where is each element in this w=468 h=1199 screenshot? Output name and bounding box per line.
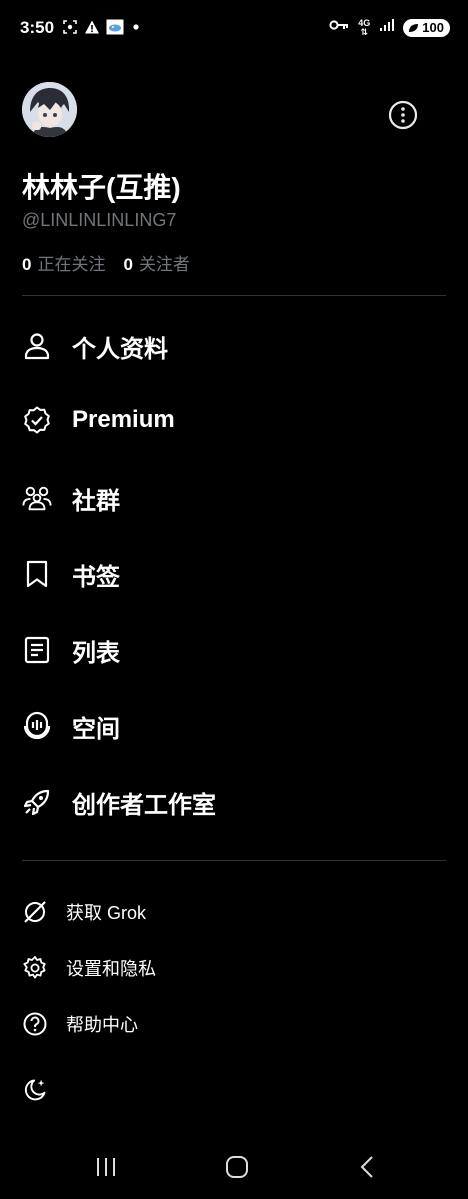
menu-item-lists[interactable]: 列表: [22, 625, 120, 675]
home-button[interactable]: [217, 1152, 257, 1182]
menu-item-label: 列表: [72, 639, 120, 667]
divider: [22, 860, 446, 861]
display-name[interactable]: 林林子(互推): [22, 166, 181, 206]
user-handle: @LINLINLINLING7: [22, 210, 177, 230]
menu-item-label: 个人资料: [72, 335, 168, 363]
network-type: 4G ⇅: [358, 17, 371, 37]
gear-icon: [22, 955, 48, 981]
avatar[interactable]: [22, 82, 77, 137]
menu-item-settings[interactable]: 设置和隐私: [22, 950, 156, 986]
following-label[interactable]: 正在关注: [37, 250, 105, 275]
system-nav-bar: [0, 1140, 468, 1199]
recent-apps-icon: [97, 1158, 115, 1176]
status-right: 4G ⇅ 100: [329, 18, 450, 37]
menu-item-label: 社群: [72, 487, 120, 515]
followers-label[interactable]: 关注者: [139, 250, 190, 275]
person-icon: [22, 331, 52, 361]
vpn-key-icon: [329, 18, 349, 37]
menu-item-communities[interactable]: 社群: [22, 473, 120, 523]
followers-count[interactable]: 0: [123, 255, 132, 275]
divider: [22, 295, 446, 296]
screenshot-icon: [62, 19, 78, 35]
communities-icon: [22, 483, 52, 513]
rocket-icon: [22, 787, 52, 817]
menu-item-bookmarks[interactable]: 书签: [22, 549, 120, 599]
menu-item-label: 设置和隐私: [66, 959, 156, 979]
menu-item-profile[interactable]: 个人资料: [22, 321, 168, 371]
leaf-icon: [409, 23, 419, 32]
status-bar: 3:50 4G ⇅ 100: [0, 0, 468, 60]
signal-icon: [379, 18, 395, 37]
menu-item-label: Premium: [72, 406, 175, 433]
network-label: 4G: [358, 17, 371, 28]
menu-item-label: 创作者工作室: [72, 791, 216, 819]
menu-item-label: 空间: [72, 715, 120, 743]
list-icon: [22, 635, 52, 665]
warning-icon: [84, 19, 100, 35]
app-notification-icon: [106, 19, 124, 35]
verified-badge-icon: [22, 405, 52, 435]
follow-stats: 0 正在关注 0 关注者: [22, 250, 190, 275]
menu-item-help[interactable]: 帮助中心: [22, 1006, 138, 1042]
menu-item-label: 帮助中心: [66, 1015, 138, 1035]
status-time: 3:50: [20, 18, 55, 37]
menu-item-label: 获取 Grok: [66, 903, 147, 923]
following-count[interactable]: 0: [22, 255, 31, 275]
menu-item-creator-studio[interactable]: 创作者工作室: [22, 777, 216, 827]
recent-apps-button[interactable]: [86, 1152, 126, 1182]
menu-item-spaces[interactable]: 空间: [22, 701, 120, 751]
home-icon: [226, 1156, 248, 1178]
battery-level: 100: [422, 20, 444, 35]
menu-item-grok[interactable]: 获取 Grok: [22, 894, 146, 930]
more-vertical-icon: [388, 100, 418, 130]
back-button[interactable]: [348, 1152, 388, 1182]
moon-sparkle-icon: [22, 1077, 48, 1103]
menu-item-premium[interactable]: Premium: [22, 395, 175, 445]
spaces-icon: [22, 711, 52, 741]
notification-icons: [62, 19, 144, 35]
back-icon: [360, 1156, 373, 1178]
help-icon: [22, 1011, 48, 1037]
menu-item-label: 书签: [72, 563, 120, 591]
theme-toggle-button[interactable]: [22, 1072, 48, 1108]
dot-icon: [128, 19, 144, 35]
battery-indicator: 100: [403, 18, 450, 37]
more-options-button[interactable]: [386, 98, 420, 132]
grok-icon: [22, 899, 48, 925]
bookmark-icon: [22, 559, 52, 589]
